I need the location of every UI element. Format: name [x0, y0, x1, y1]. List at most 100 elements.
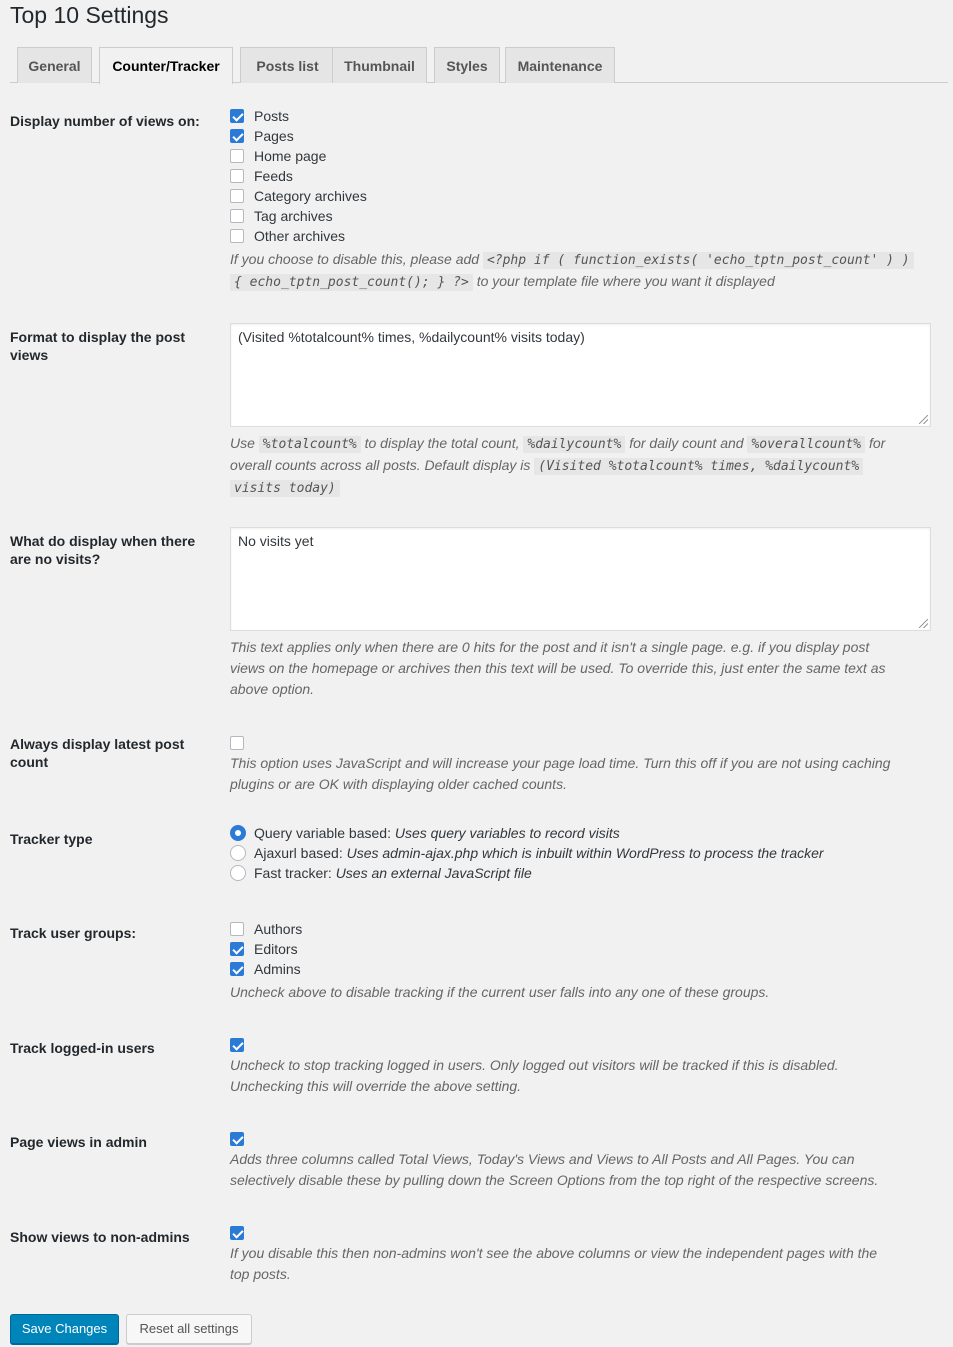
- tab-general[interactable]: General: [17, 47, 92, 83]
- show-non-admins-description: If you disable this then non-admins won'…: [230, 1243, 938, 1285]
- track-groups-description: Uncheck above to disable tracking if the…: [230, 984, 770, 1000]
- code-snippet: (Visited %totalcount% times, %dailycount…: [534, 458, 864, 475]
- option-label: Pages: [254, 128, 294, 144]
- option-desc: Uses admin-ajax.php which is inbuilt wit…: [346, 845, 824, 861]
- format-value: (Visited %totalcount% times, %dailycount…: [238, 329, 585, 345]
- page-views-admin-option[interactable]: [230, 1129, 938, 1149]
- option-label: Home page: [254, 148, 327, 164]
- option-tag-archives[interactable]: Tag archives: [230, 206, 938, 226]
- option-category-archives[interactable]: Category archives: [230, 186, 938, 206]
- track-logged-label: Track logged-in users: [10, 1040, 155, 1056]
- desc-text: If you disable this then non-admins won'…: [230, 1245, 878, 1261]
- show-non-admins-label: Show views to non-admins: [10, 1229, 190, 1245]
- option-pages[interactable]: Pages: [230, 126, 938, 146]
- tab-thumbnail[interactable]: Thumbnail: [332, 47, 427, 83]
- tracker-option-ajaxurl[interactable]: Ajaxurl based: Uses admin-ajax.php which…: [230, 843, 938, 863]
- always-latest-option[interactable]: [230, 733, 938, 753]
- group-option-admins[interactable]: Admins: [230, 959, 938, 979]
- save-changes-button[interactable]: Save Changes: [10, 1314, 119, 1344]
- option-label: Tag archives: [254, 208, 333, 224]
- track-logged-checkbox[interactable]: [230, 1038, 244, 1052]
- option-label: Admins: [254, 961, 301, 977]
- desc-text: to display the total count,: [364, 435, 520, 451]
- desc-text: This text applies only when there are 0 …: [230, 639, 870, 655]
- resize-handle-icon[interactable]: [919, 619, 928, 628]
- tab-posts-list[interactable]: Posts list: [240, 47, 335, 83]
- always-latest-description: This option uses JavaScript and will inc…: [230, 753, 938, 795]
- format-textarea[interactable]: (Visited %totalcount% times, %dailycount…: [230, 323, 931, 427]
- format-label: Format to display the post views: [10, 329, 186, 363]
- option-label: Other archives: [254, 228, 346, 244]
- no-visits-description: This text applies only when there are 0 …: [230, 637, 938, 700]
- no-visits-textarea[interactable]: No visits yet: [230, 527, 931, 631]
- option-feeds[interactable]: Feeds: [230, 166, 938, 186]
- fast-radio[interactable]: [230, 865, 246, 881]
- page-views-admin-description: Adds three columns called Total Views, T…: [230, 1149, 938, 1191]
- desc-text: for daily count and: [629, 435, 744, 451]
- code-snippet: %overallcount%: [747, 436, 866, 453]
- show-non-admins-option[interactable]: [230, 1223, 938, 1243]
- tag-archives-checkbox[interactable]: [230, 209, 244, 223]
- display-views-label: Display number of views on:: [10, 113, 200, 129]
- display-views-description: If you choose to disable this, please ad…: [230, 249, 938, 293]
- desc-text: for: [868, 435, 886, 451]
- category-archives-checkbox[interactable]: [230, 189, 244, 203]
- desc-text: plugins or are OK with displaying older …: [230, 776, 567, 792]
- no-visits-value: No visits yet: [238, 533, 314, 549]
- option-label: Query variable based:: [254, 825, 391, 841]
- pages-checkbox[interactable]: [230, 129, 244, 143]
- tracker-type-label: Tracker type: [10, 831, 93, 847]
- desc-text: selectively disable these by pulling dow…: [230, 1172, 879, 1188]
- page-views-admin-checkbox[interactable]: [230, 1132, 244, 1146]
- posts-checkbox[interactable]: [230, 109, 244, 123]
- home-page-checkbox[interactable]: [230, 149, 244, 163]
- option-label: Authors: [254, 921, 303, 937]
- admins-checkbox[interactable]: [230, 962, 244, 976]
- other-archives-checkbox[interactable]: [230, 229, 244, 243]
- reset-settings-button[interactable]: Reset all settings: [126, 1314, 252, 1344]
- group-option-editors[interactable]: Editors: [230, 939, 938, 959]
- tab-maintenance[interactable]: Maintenance: [505, 47, 615, 83]
- show-non-admins-checkbox[interactable]: [230, 1226, 244, 1240]
- desc-text: Adds three columns called Total Views, T…: [230, 1151, 855, 1167]
- option-label: Feeds: [254, 168, 293, 184]
- tracker-option-fast[interactable]: Fast tracker: Uses an external JavaScrip…: [230, 863, 938, 883]
- no-visits-label: What do display when there are no visits…: [10, 533, 196, 567]
- page-title: Top 10 Settings: [10, 2, 169, 28]
- page-views-admin-label: Page views in admin: [10, 1134, 147, 1150]
- tab-styles[interactable]: Styles: [434, 47, 500, 83]
- track-logged-option[interactable]: [230, 1035, 938, 1055]
- always-latest-checkbox[interactable]: [230, 736, 244, 750]
- option-home-page[interactable]: Home page: [230, 146, 938, 166]
- query-radio[interactable]: [230, 825, 246, 841]
- desc-text: If you choose to disable this, please ad…: [230, 251, 480, 267]
- option-other-archives[interactable]: Other archives: [230, 226, 938, 246]
- option-desc: Uses an external JavaScript file: [335, 865, 532, 881]
- code-snippet: <?php if ( function_exists( 'echo_tptn_p…: [482, 252, 914, 269]
- code-snippet: visits today): [230, 480, 340, 497]
- tracker-option-query[interactable]: Query variable based: Uses query variabl…: [230, 823, 938, 843]
- option-label: Ajaxurl based:: [254, 845, 343, 861]
- option-label: Posts: [254, 108, 290, 124]
- desc-text: Unchecking this will override the above …: [230, 1078, 522, 1094]
- desc-text: to your template file where you want it …: [476, 273, 775, 289]
- track-groups-label: Track user groups:: [10, 925, 137, 941]
- track-logged-description: Uncheck to stop tracking logged in users…: [230, 1055, 938, 1097]
- authors-checkbox[interactable]: [230, 922, 244, 936]
- option-label: Editors: [254, 941, 298, 957]
- option-posts[interactable]: Posts: [230, 106, 938, 126]
- resize-handle-icon[interactable]: [919, 415, 928, 424]
- desc-text: This option uses JavaScript and will inc…: [230, 755, 891, 771]
- option-label: Category archives: [254, 188, 367, 204]
- desc-text: above option.: [230, 681, 315, 697]
- format-description: Use %totalcount% to display the total co…: [230, 433, 938, 499]
- code-snippet: %totalcount%: [258, 436, 361, 453]
- feeds-checkbox[interactable]: [230, 169, 244, 183]
- desc-text: top posts.: [230, 1266, 291, 1282]
- editors-checkbox[interactable]: [230, 942, 244, 956]
- group-option-authors[interactable]: Authors: [230, 919, 938, 939]
- option-label: Fast tracker:: [254, 865, 332, 881]
- desc-text: views on the homepage or archives then t…: [230, 660, 886, 676]
- ajaxurl-radio[interactable]: [230, 845, 246, 861]
- tab-counter-tracker[interactable]: Counter/Tracker: [99, 47, 233, 84]
